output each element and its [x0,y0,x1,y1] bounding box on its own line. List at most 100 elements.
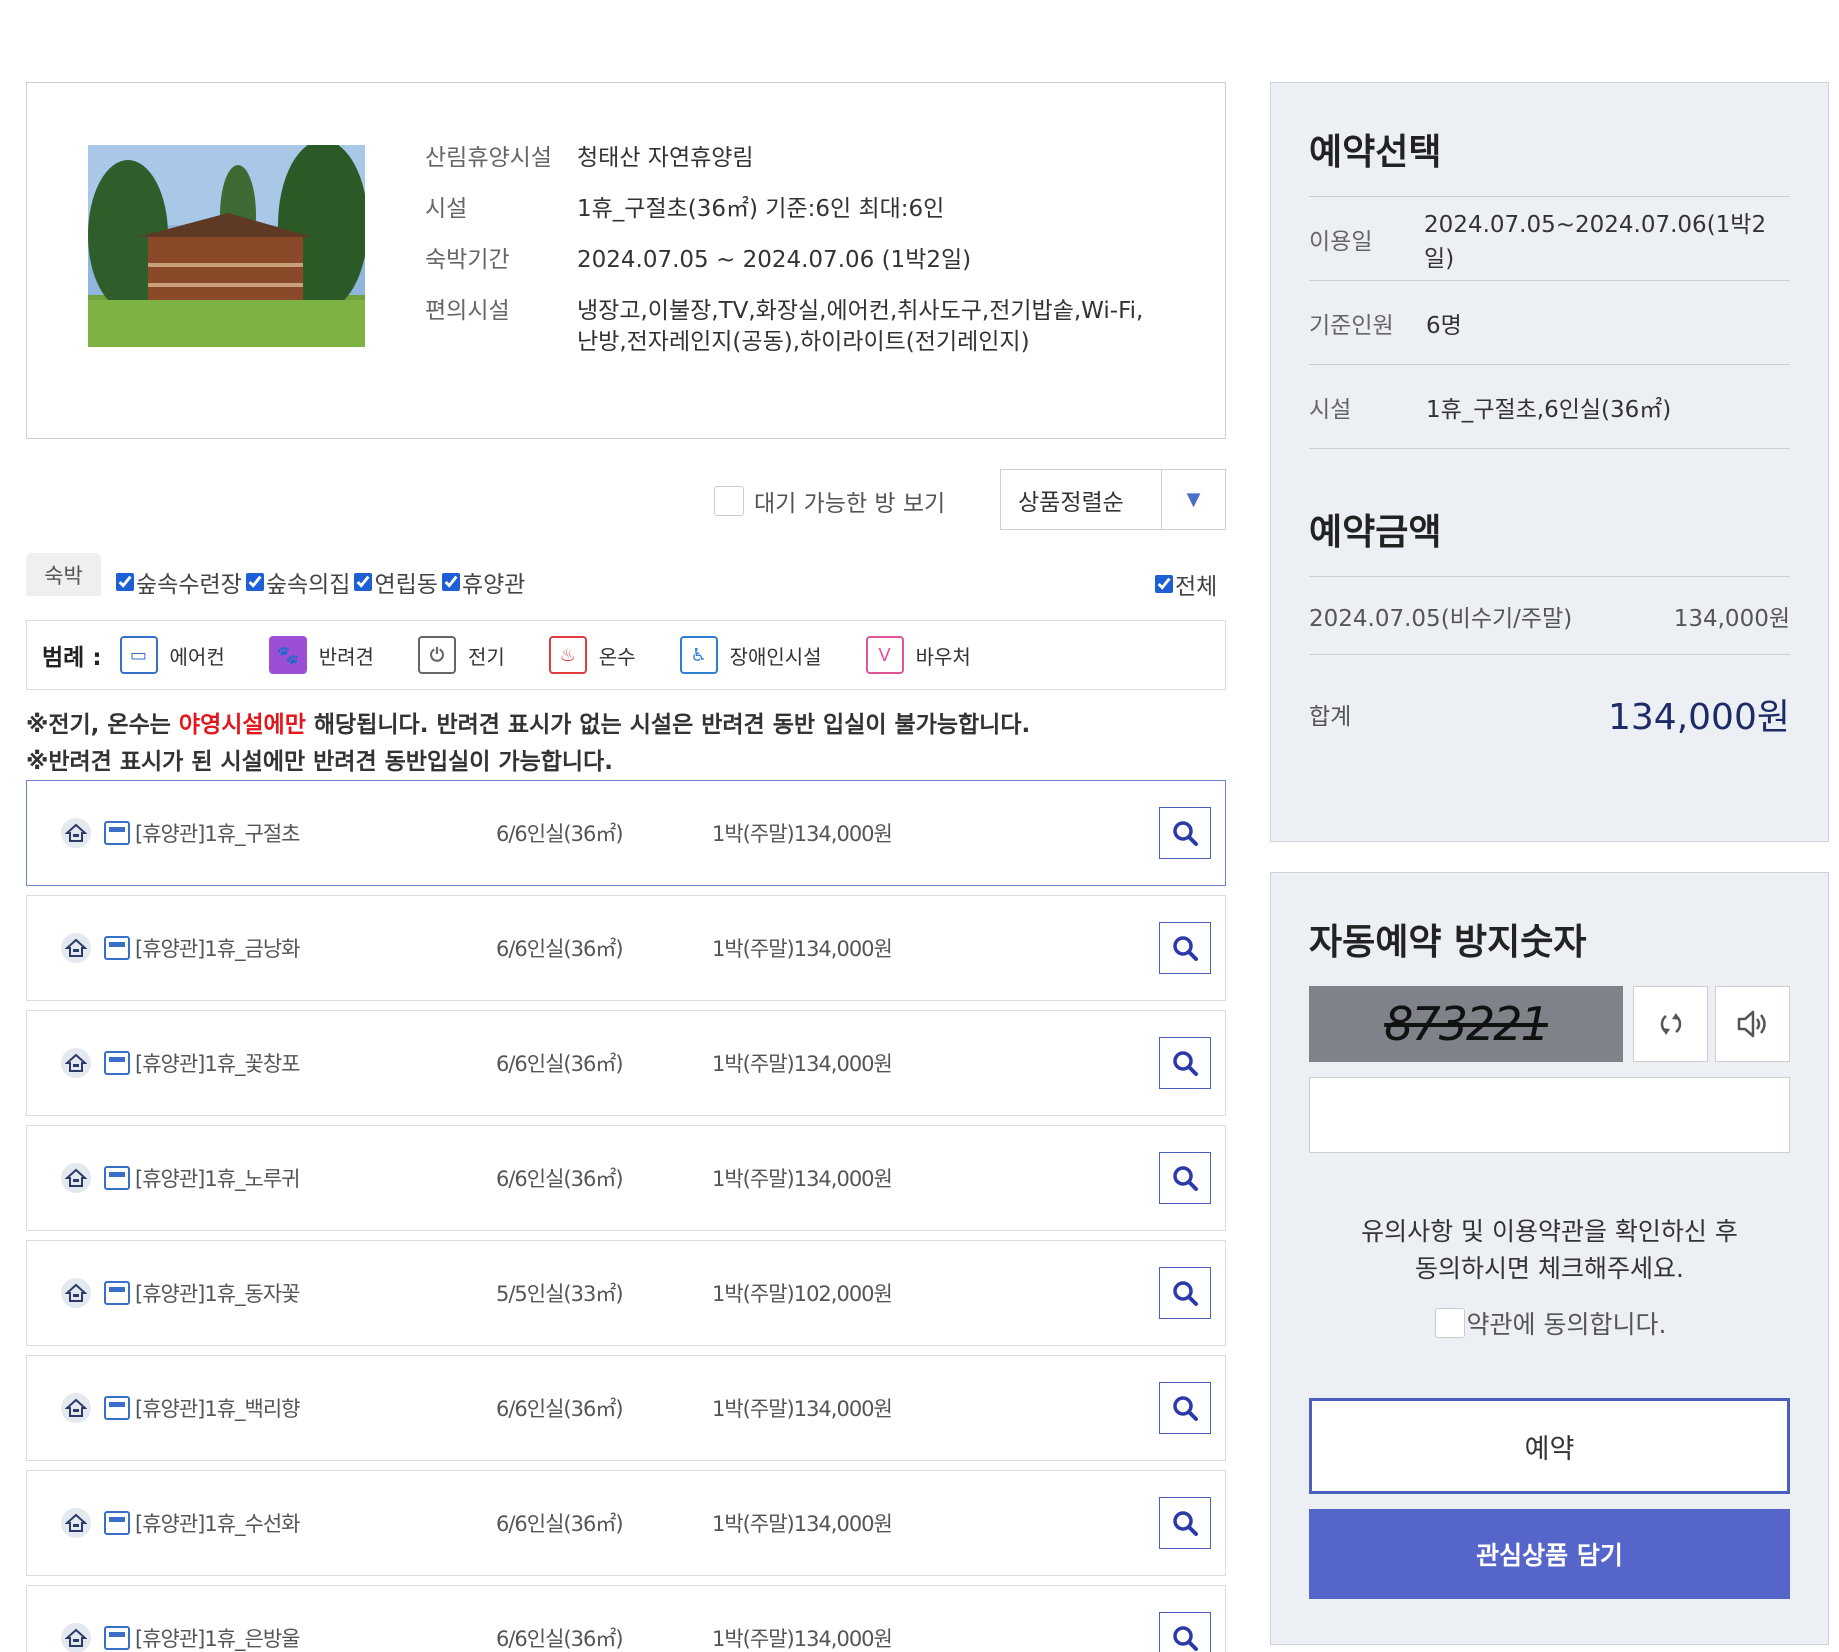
total-amount: 134,000원 [1608,697,1790,738]
air-conditioner-icon [104,1051,130,1075]
air-conditioner-icon [104,821,130,845]
reservation-label: 기준인원 [1309,312,1394,339]
magnifier-icon[interactable] [1159,1152,1211,1204]
legend-label: 장애인시설 [729,644,822,669]
triangle-down-icon[interactable]: ▼ [1161,470,1225,529]
info-row-room: 시설 1휴_구절초(36㎡) 기준:6인 최대:6인 [425,194,1185,225]
filter-all[interactable]: 전체 [1155,567,1217,601]
air-conditioner-icon [104,1396,130,1420]
facility-info-rows: 산림휴양시설 청태산 자연휴양림 시설 1휴_구절초(36㎡) 기준:6인 최대… [425,143,1185,378]
filter-checkbox[interactable] [245,573,264,591]
info-label: 편의시설 [425,298,510,324]
filter-all-checkbox[interactable] [1155,575,1173,593]
room-price: 1박(주말)134,000원 [712,1052,893,1076]
filter-checkbox[interactable] [116,573,134,591]
filter-checkbox[interactable] [441,573,460,591]
filter-label: 숲속수련장 [136,572,242,598]
magnifier-icon[interactable] [1159,1267,1211,1319]
room-capacity: 6/6인실(36㎡) [496,1167,624,1191]
terms-label: 약관에 동의합니다. [1466,1310,1667,1339]
room-row[interactable]: [휴양관]1휴_동자꽃 5/5인실(33㎡) 1박(주말)102,000원 [26,1240,1226,1346]
captcha-panel: 자동예약 방지숫자 873221 유의사항 및 이용약관을 확인하신 후 동의하… [1270,872,1829,1645]
house-icon [61,1163,91,1193]
legend-item-hotwater: ♨ 온수 [548,636,636,674]
room-row[interactable]: [휴양관]1휴_노루귀 6/6인실(36㎡) 1박(주말)134,000원 [26,1125,1226,1231]
reservation-row-facility: 시설 1휴_구절초,6인실(36㎡) [1309,365,1790,449]
house-icon [61,1508,91,1538]
reservation-panel: 예약선택 이용일 2024.07.05~2024.07.06(1박2일) 기준인… [1270,82,1829,842]
reservation-value: 1휴_구절초,6인실(36㎡) [1426,396,1672,423]
magnifier-icon[interactable] [1159,1497,1211,1549]
room-name: [휴양관]1휴_구절초 [135,822,300,846]
room-price: 1박(주말)134,000원 [712,1397,893,1421]
air-conditioner-icon: ▭ [119,636,158,674]
filter-label: 연립동 [374,572,438,598]
sort-select-value: 상품정렬순 [1018,489,1124,516]
legend-label: 전기 [467,644,505,669]
info-value: 청태산 자연휴양림 [577,145,754,171]
room-capacity: 6/6인실(36㎡) [496,937,624,961]
magnifier-icon[interactable] [1159,1612,1211,1652]
info-label: 시설 [425,196,468,222]
filter-all-label: 전체 [1175,574,1218,600]
wheelchair-icon: ♿ [679,636,718,674]
air-conditioner-icon [104,936,130,960]
refresh-icon[interactable] [1633,986,1708,1062]
air-conditioner-icon [104,1281,130,1305]
magnifier-icon[interactable] [1159,1382,1211,1434]
plug-icon: ⏻ [417,636,456,674]
captcha-title: 자동예약 방지숫자 [1309,922,1587,963]
captcha-code: 873221 [1384,997,1550,1051]
legend-label: 온수 [598,644,636,669]
house-icon [61,818,91,848]
terms-checkbox[interactable] [1434,1308,1465,1338]
filter-label: 숲속의집 [265,572,351,598]
reserve-button[interactable]: 예약 [1309,1398,1790,1494]
filter-forest-house[interactable]: 숲속의집 [245,565,351,599]
add-wishlist-button[interactable]: 관심상품 담기 [1309,1509,1790,1599]
filter-lodge[interactable]: 휴양관 [441,565,526,599]
captcha-input[interactable] [1309,1077,1790,1153]
dog-icon: 🐾 [268,636,307,674]
air-conditioner-icon [104,1511,130,1535]
notice-text: 해당됩니다. 반려견 표시가 없는 시설은 반려견 동반 입실이 불가능합니다. [305,712,1031,738]
filter-forest-training[interactable]: 숲속수련장 [116,565,242,599]
reservation-row-people: 기준인원 6명 [1309,281,1790,365]
filter-row-house[interactable]: 연립동 [354,565,438,599]
wait-room-checkbox[interactable] [714,486,744,516]
total-label: 합계 [1309,704,1352,730]
room-row[interactable]: [휴양관]1휴_은방울 6/6인실(36㎡) 1박(주말)134,000원 [26,1585,1226,1652]
reservation-row-date: 이용일 2024.07.05~2024.07.06(1박2일) [1309,197,1790,281]
price-amount: 134,000원 [1673,605,1790,632]
reservation-value: 2024.07.05~2024.07.06(1박2일) [1424,211,1767,272]
room-capacity: 6/6인실(36㎡) [496,822,624,846]
house-icon [61,1393,91,1423]
room-capacity: 5/5인실(33㎡) [496,1282,624,1306]
agree-instructions: 유의사항 및 이용약관을 확인하신 후 동의하시면 체크해주세요. [1309,1213,1790,1287]
room-row[interactable]: [휴양관]1휴_금낭화 6/6인실(36㎡) 1박(주말)134,000원 [26,895,1226,1001]
room-name: [휴양관]1휴_수선화 [135,1512,300,1536]
sort-select[interactable]: 상품정렬순 ▼ [1000,469,1226,530]
filter-checkbox[interactable] [354,573,373,591]
tab-stay[interactable]: 숙박 [26,553,101,596]
room-row[interactable]: [휴양관]1휴_수선화 6/6인실(36㎡) 1박(주말)134,000원 [26,1470,1226,1576]
room-row[interactable]: [휴양관]1휴_구절초 6/6인실(36㎡) 1박(주말)134,000원 [26,780,1226,886]
magnifier-icon[interactable] [1159,1037,1211,1089]
magnifier-icon[interactable] [1159,922,1211,974]
wait-room-toggle[interactable]: 대기 가능한 방 보기 [714,484,945,518]
notice-line-1: ※전기, 온수는 야영시설에만 해당됩니다. 반려견 표시가 없는 시설은 반려… [26,707,1030,744]
facility-photo [88,145,365,347]
terms-agree[interactable]: 약관에 동의합니다. [1271,1305,1830,1341]
room-name: [휴양관]1휴_백리향 [135,1397,300,1421]
speaker-icon[interactable] [1715,986,1790,1062]
room-price: 1박(주말)134,000원 [712,1512,893,1536]
room-row[interactable]: [휴양관]1휴_꽃창포 6/6인실(36㎡) 1박(주말)134,000원 [26,1010,1226,1116]
filter-label: 휴양관 [461,572,526,598]
price-title: 예약금액 [1309,512,1442,553]
room-price: 1박(주말)102,000원 [712,1282,893,1306]
info-row-amenities: 편의시설 냉장고,이불장,TV,화장실,에어컨,취사도구,전기밥솥,Wi-Fi,… [425,296,1185,358]
price-date: 2024.07.05(비수기/주말) [1309,605,1573,632]
magnifier-icon[interactable] [1159,807,1211,859]
house-icon [61,1048,91,1078]
room-row[interactable]: [휴양관]1휴_백리향 6/6인실(36㎡) 1박(주말)134,000원 [26,1355,1226,1461]
